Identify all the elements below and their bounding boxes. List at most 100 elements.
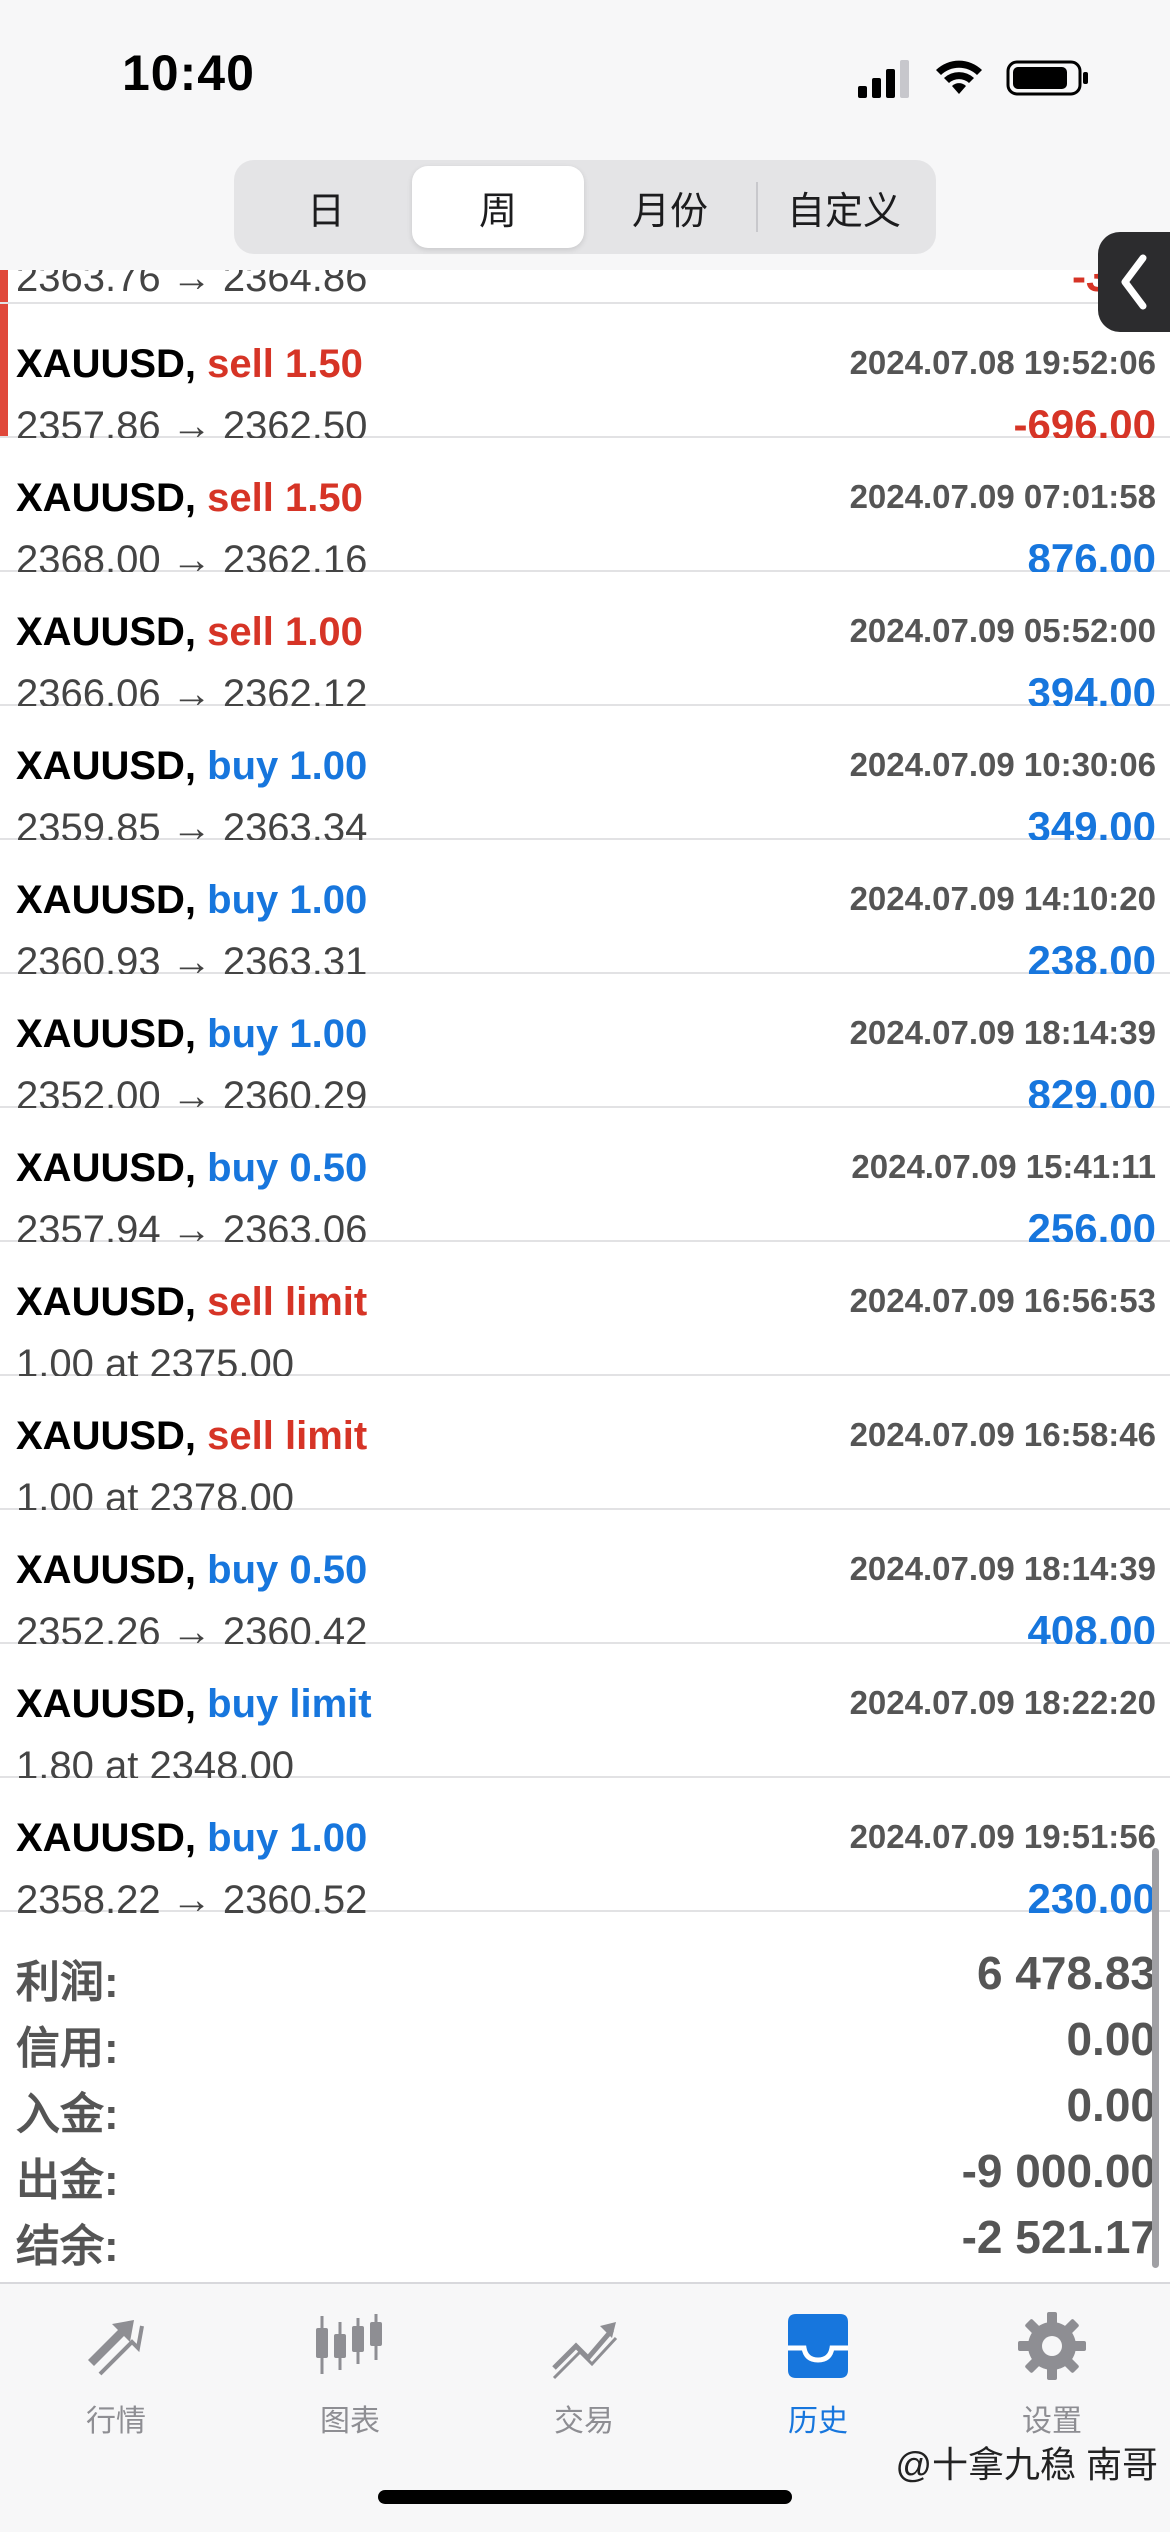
trade-time: 2024.07.08 19:52:06	[849, 344, 1156, 381]
segment-month[interactable]: 月份	[584, 166, 756, 248]
summary-value: 0.00	[1066, 2013, 1156, 2065]
account-summary: 利润: 6 478.83 信用: 0.00 入金: 0.00 出金: -9 00…	[0, 1946, 1170, 2276]
history-row[interactable]: XAUUSD, buy 1.00 2024.07.09 18:14:39 2352.…	[0, 974, 1170, 1116]
history-row[interactable]: XAUUSD, buy 1.00 2024.07.09 19:51:56 2358.…	[0, 1778, 1170, 1920]
trade-symbol: XAUUSD,	[16, 1816, 197, 1860]
trade-title: XAUUSD, buy 1.00	[16, 1014, 367, 1054]
trade-title: XAUUSD, sell limit	[16, 1282, 367, 1322]
trade-side: sell 1.00	[207, 610, 363, 654]
trade-title: XAUUSD, buy 1.00	[16, 1818, 367, 1858]
history-row[interactable]: XAUUSD, buy 0.50 2024.07.09 18:14:39 2352.…	[0, 1510, 1170, 1652]
trade-time: 2024.07.09 18:22:20	[849, 1684, 1156, 1721]
tab-quotes[interactable]: 行情	[26, 2306, 206, 2446]
trade-time: 2024.07.09 05:52:00	[849, 612, 1156, 649]
summary-row-profit: 利润: 6 478.83	[0, 1946, 1170, 2012]
trade-symbol: XAUUSD,	[16, 1548, 197, 1592]
trade-title: XAUUSD, buy limit	[16, 1684, 372, 1724]
trade-time: 2024.07.09 07:01:58	[849, 478, 1156, 515]
trade-profit: 230.00	[1027, 1875, 1156, 1922]
trade-side: buy 1.00	[207, 744, 368, 788]
history-row[interactable]: XAUUSD, buy 1.00 2024.07.09 10:30:06 2359.…	[0, 706, 1170, 848]
history-row[interactable]: XAUUSD, buy limit 2024.07.09 18:22:20 1.80…	[0, 1644, 1170, 1786]
history-row[interactable]: XAUUSD, buy 0.50 2024.07.09 15:41:11 2357.…	[0, 1108, 1170, 1250]
summary-row-withdrawal: 出金: -9 000.00	[0, 2144, 1170, 2210]
history-list: 2363.76 → 2364.86 -330 XAUUSD, sell 1.50…	[0, 270, 1170, 1920]
tab-label: 行情	[86, 2405, 146, 2438]
trade-time: 2024.07.09 18:14:39	[849, 1550, 1156, 1587]
summary-row-balance: 结余: -2 521.17	[0, 2210, 1170, 2276]
trade-side: buy 1.00	[207, 1012, 368, 1056]
tab-label: 历史	[788, 2405, 848, 2438]
summary-label: 出金:	[16, 2156, 119, 2205]
segment-custom[interactable]: 自定义	[758, 166, 930, 248]
trade-title: XAUUSD, buy 0.50	[16, 1550, 367, 1590]
trade-side: sell limit	[207, 1414, 368, 1458]
trade-side: buy 0.50	[207, 1548, 368, 1592]
summary-row-credit: 信用: 0.00	[0, 2012, 1170, 2078]
trade-time: 2024.07.09 18:14:39	[849, 1014, 1156, 1051]
history-row[interactable]: XAUUSD, sell limit 2024.07.09 16:56:53 1.0…	[0, 1242, 1170, 1384]
trade-side: buy 1.00	[207, 1816, 368, 1860]
status-icons	[856, 56, 1090, 100]
trade-title: XAUUSD, sell 1.00	[16, 612, 363, 652]
wifi-icon	[936, 60, 982, 94]
trade-symbol: XAUUSD,	[16, 1280, 197, 1324]
segment-day[interactable]: 日	[240, 166, 412, 248]
history-row[interactable]: XAUUSD, buy 1.00 2024.07.09 14:10:20 2360.…	[0, 840, 1170, 982]
cellular-signal-icon	[858, 60, 909, 98]
trade-prices: 2363.76 → 2364.86	[16, 270, 368, 300]
scrollbar[interactable]	[1152, 1848, 1159, 2268]
trade-time: 2024.07.09 10:30:06	[849, 746, 1156, 783]
history-row[interactable]: XAUUSD, sell 1.50 2024.07.08 19:52:06 2357…	[0, 304, 1170, 446]
screen: 10:40 日 周 月份 自定义 2363.76 → 2364.86 XAUUS…	[0, 0, 1170, 2532]
watermark: @十拿九稳 南哥	[895, 2444, 1158, 2485]
trade-title: XAUUSD, sell 1.50	[16, 344, 363, 384]
trade-title: XAUUSD, sell limit	[16, 1416, 367, 1456]
trade-symbol: XAUUSD,	[16, 1146, 197, 1190]
trade-side: buy 0.50	[207, 1146, 368, 1190]
summary-value: -2 521.17	[961, 2211, 1156, 2263]
chevron-left-icon	[1121, 254, 1147, 310]
trade-symbol: XAUUSD,	[16, 1682, 197, 1726]
side-panel-handle[interactable]	[1098, 232, 1170, 332]
tab-label: 交易	[554, 2405, 614, 2438]
trade-symbol: XAUUSD,	[16, 878, 197, 922]
tab-trade[interactable]: 交易	[494, 2306, 674, 2446]
tab-label: 设置	[1022, 2405, 1082, 2438]
trade-time: 2024.07.09 19:51:56	[849, 1818, 1156, 1855]
period-header: 日 周 月份 自定义	[0, 150, 1170, 270]
battery-icon	[1006, 60, 1088, 96]
trade-prices: 2358.22 → 2360.52	[16, 1878, 368, 1922]
quotes-icon	[76, 2306, 156, 2386]
tab-chart[interactable]: 图表	[260, 2306, 440, 2446]
trade-symbol: XAUUSD,	[16, 744, 197, 788]
trade-side: buy 1.00	[207, 878, 368, 922]
history-row[interactable]: XAUUSD, sell 1.00 2024.07.09 05:52:00 2366…	[0, 572, 1170, 714]
home-indicator[interactable]	[378, 2490, 792, 2504]
trade-side: sell 1.50	[207, 476, 363, 520]
summary-value: -9 000.00	[961, 2145, 1156, 2197]
history-row[interactable]: XAUUSD, sell limit 2024.07.09 16:58:46 1.0…	[0, 1376, 1170, 1518]
segment-week[interactable]: 周	[412, 166, 584, 248]
chart-icon	[310, 2306, 390, 2386]
trade-time: 2024.07.09 15:41:11	[851, 1148, 1156, 1185]
tab-settings[interactable]: 设置	[962, 2306, 1142, 2446]
tab-history[interactable]: 历史	[728, 2306, 908, 2446]
trade-symbol: XAUUSD,	[16, 476, 197, 520]
summary-label: 结余:	[16, 2222, 119, 2271]
trade-side: sell limit	[207, 1280, 368, 1324]
trade-symbol: XAUUSD,	[16, 342, 197, 386]
trade-side: sell 1.50	[207, 342, 363, 386]
trade-time: 2024.07.09 14:10:20	[849, 880, 1156, 917]
summary-value: 6 478.83	[976, 1947, 1156, 1999]
summary-value: 0.00	[1066, 2079, 1156, 2131]
history-row-partial[interactable]: 2363.76 → 2364.86 -330	[0, 270, 1170, 304]
summary-row-deposit: 入金: 0.00	[0, 2078, 1170, 2144]
summary-label: 利润:	[16, 1958, 119, 2007]
trade-side: buy limit	[207, 1682, 372, 1726]
summary-label: 入金:	[16, 2090, 119, 2139]
trade-title: XAUUSD, buy 1.00	[16, 880, 367, 920]
settings-icon	[1012, 2306, 1092, 2386]
history-row[interactable]: XAUUSD, sell 1.50 2024.07.09 07:01:58 2368…	[0, 438, 1170, 580]
status-bar: 10:40	[0, 0, 1170, 150]
